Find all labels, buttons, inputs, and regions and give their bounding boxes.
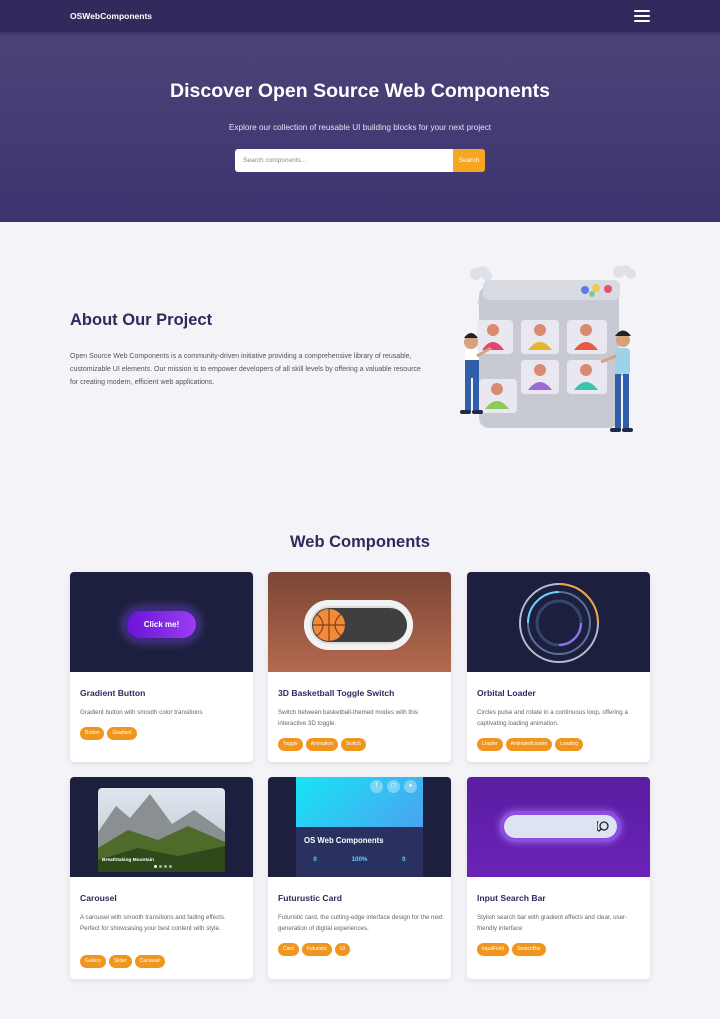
search-button[interactable]: Search [453, 149, 485, 172]
card-description: Futuristic card, the cutting-edge interf… [278, 914, 443, 933]
card-description: Stylish search bar with gradient effects… [477, 914, 628, 933]
team-illustration [460, 265, 636, 432]
stat-value: 0 [402, 856, 406, 863]
card-tags: Toggle Animation Switch [278, 738, 366, 751]
carousel-preview: Breathtaking Mountain [70, 777, 253, 877]
facebook-icon[interactable]: f [370, 780, 383, 793]
basketball-toggle-preview [268, 572, 451, 672]
tag[interactable]: Animation [305, 738, 338, 751]
carousel-dots[interactable] [154, 865, 172, 868]
tag[interactable]: UI [335, 943, 351, 956]
instagram-icon[interactable]: ◻ [387, 780, 400, 793]
card-description: Gradient button with smooth color transi… [80, 709, 203, 716]
tag[interactable]: Loader [477, 738, 503, 751]
card-tags: InputField SearchBar [477, 943, 546, 956]
preview-stats: 0 100% 0 [296, 856, 423, 863]
orbital-loader-preview [467, 572, 650, 672]
card-title: Carousel [80, 893, 117, 903]
component-card-futuristic[interactable]: f ◻ ● OS Web Components 0 100% 0 Futurus… [268, 777, 451, 979]
input-search-bar-preview [467, 777, 650, 877]
search-icon[interactable] [597, 820, 610, 833]
search-input[interactable] [235, 149, 453, 172]
tag[interactable]: Toggle [278, 738, 303, 751]
stat-value: 0 [313, 856, 317, 863]
components-section-title: Web Components [290, 533, 430, 551]
tag[interactable]: InputField [477, 943, 509, 956]
hero-section: Discover Open Source Web Components Expl… [0, 32, 720, 222]
card-tags: Card Futuristic UI [278, 943, 351, 956]
basketball-icon [313, 609, 345, 641]
about-text: Open Source Web Components is a communit… [70, 353, 421, 386]
search-bar: Search [235, 149, 485, 172]
card-description: A carousel with smooth transitions and f… [80, 914, 226, 933]
tag[interactable]: Slider [108, 955, 132, 968]
card-description: Circles pulse and rotate in a continuous… [477, 709, 628, 728]
card-tags: Button Gradient [80, 727, 137, 740]
orbital-loader-icon [519, 583, 599, 663]
slide-caption: Breathtaking Mountain [102, 858, 154, 863]
github-icon[interactable]: ● [404, 780, 417, 793]
tag[interactable]: AnimatedLoader [505, 738, 553, 751]
tag[interactable]: Carousel [134, 955, 165, 968]
tag[interactable]: Button [80, 727, 105, 740]
tag[interactable]: Gallery [80, 955, 106, 968]
card-tags: Loader AnimatedLoader Loading [477, 738, 584, 751]
tag[interactable]: SearchBar [511, 943, 546, 956]
hamburger-menu-icon[interactable] [634, 10, 650, 22]
card-description: Switch between basketball-themed modes w… [278, 709, 418, 728]
stat-value: 100% [351, 856, 368, 863]
component-card-input-search-bar[interactable]: Input Search Bar Stylish search bar with… [467, 777, 650, 979]
component-card-basketball-toggle[interactable]: 3D Basketball Toggle Switch Switch betwe… [268, 572, 451, 762]
card-title: 3D Basketball Toggle Switch [278, 688, 395, 698]
card-tags: Gallery Slider Carousel [80, 955, 165, 968]
component-card-carousel[interactable]: Breathtaking Mountain Carousel A carouse… [70, 777, 253, 979]
card-title: Orbital Loader [477, 688, 536, 698]
tag[interactable]: Switch [340, 738, 366, 751]
tag[interactable]: Loading [555, 738, 584, 751]
card-title: Futurustic Card [278, 893, 342, 903]
preview-gradient-button[interactable]: Click me! [127, 611, 196, 638]
futuristic-card-preview: f ◻ ● OS Web Components 0 100% 0 [268, 777, 451, 877]
hero-title: Discover Open Source Web Components [170, 80, 550, 102]
tag[interactable]: Card [278, 943, 299, 956]
gradient-button-preview: Click me! [70, 572, 253, 672]
brand-logo[interactable]: OSWebComponents [70, 11, 152, 21]
preview-card-body [296, 827, 423, 877]
preview-social-icons: f ◻ ● [370, 780, 417, 793]
component-card-orbital-loader[interactable]: Orbital Loader Circles pulse and rotate … [467, 572, 650, 762]
tag[interactable]: Gradient [107, 727, 137, 740]
component-card-gradient-button[interactable]: Click me! Gradient Button Gradient butto… [70, 572, 253, 762]
card-title: Input Search Bar [477, 893, 546, 903]
tag[interactable]: Futuristic [301, 943, 333, 956]
hero-subtitle: Explore our collection of reusable UI bu… [228, 123, 492, 132]
preview-card-title: OS Web Components [304, 836, 384, 845]
navbar: OSWebComponents [0, 0, 720, 32]
about-title: About Our Project [70, 311, 213, 329]
card-title: Gradient Button [80, 688, 146, 698]
